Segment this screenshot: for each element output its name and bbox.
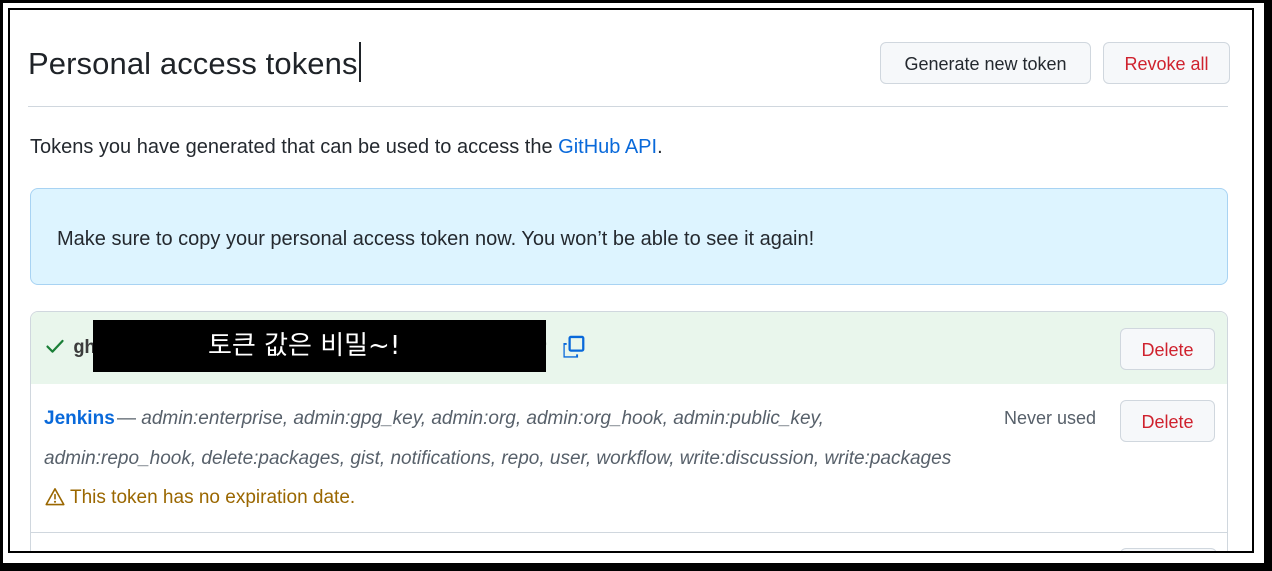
token-scopes-line-2: admin:repo_hook, delete:packages, gist, … [44,448,952,469]
revoke-all-button[interactable]: Revoke all [1103,42,1230,84]
settings-panel: Personal access tokens Generate new toke… [8,8,1254,553]
token-row: Jenkins — admin:enterprise, admin:gpg_ke… [31,384,1227,533]
redaction-overlay: 토큰 값은 비밀~! [93,320,546,372]
description-period: . [657,136,663,158]
github-api-link[interactable]: GitHub API [558,136,657,158]
copy-token-notice-text: Make sure to copy your personal access t… [57,228,815,250]
token-scopes-text-1: admin:enterprise, admin:gpg_key, admin:o… [141,408,824,429]
expiration-warning: This token has no expiration date. [44,487,355,509]
delete-token-button[interactable]: Delete [1120,400,1215,442]
check-icon [45,336,65,361]
description-text: Tokens you have generated that can be us… [30,136,559,158]
token-name-link[interactable]: Jenkins [44,408,115,430]
expiration-warning-text: This token has no expiration date. [70,487,356,508]
copy-token-notice: Make sure to copy your personal access t… [30,188,1228,285]
alert-icon [44,487,70,508]
copy-icon[interactable] [561,334,587,365]
new-token-row: gh r 토큰 값은 비밀~! Delete [31,312,1227,385]
tokens-description: Tokens you have generated that can be us… [30,136,663,159]
page-header: Personal access tokens Generate new toke… [28,32,1230,107]
token-list: gh r 토큰 값은 비밀~! Delete Jenkins — admin:e… [30,311,1228,551]
page-title: Personal access tokens [28,42,361,82]
delete-new-token-button[interactable]: Delete [1120,328,1215,370]
page-title-text: Personal access tokens [28,46,358,81]
next-row-delete-button[interactable] [1120,548,1217,551]
generate-new-token-button[interactable]: Generate new token [880,42,1091,84]
text-cursor [358,42,361,82]
screenshot-frame: Personal access tokens Generate new toke… [0,0,1272,571]
token-last-used: Never used [1004,408,1097,428]
token-scopes-line-1: — admin:enterprise, admin:gpg_key, admin… [117,408,824,430]
token-separator: — [117,408,142,429]
